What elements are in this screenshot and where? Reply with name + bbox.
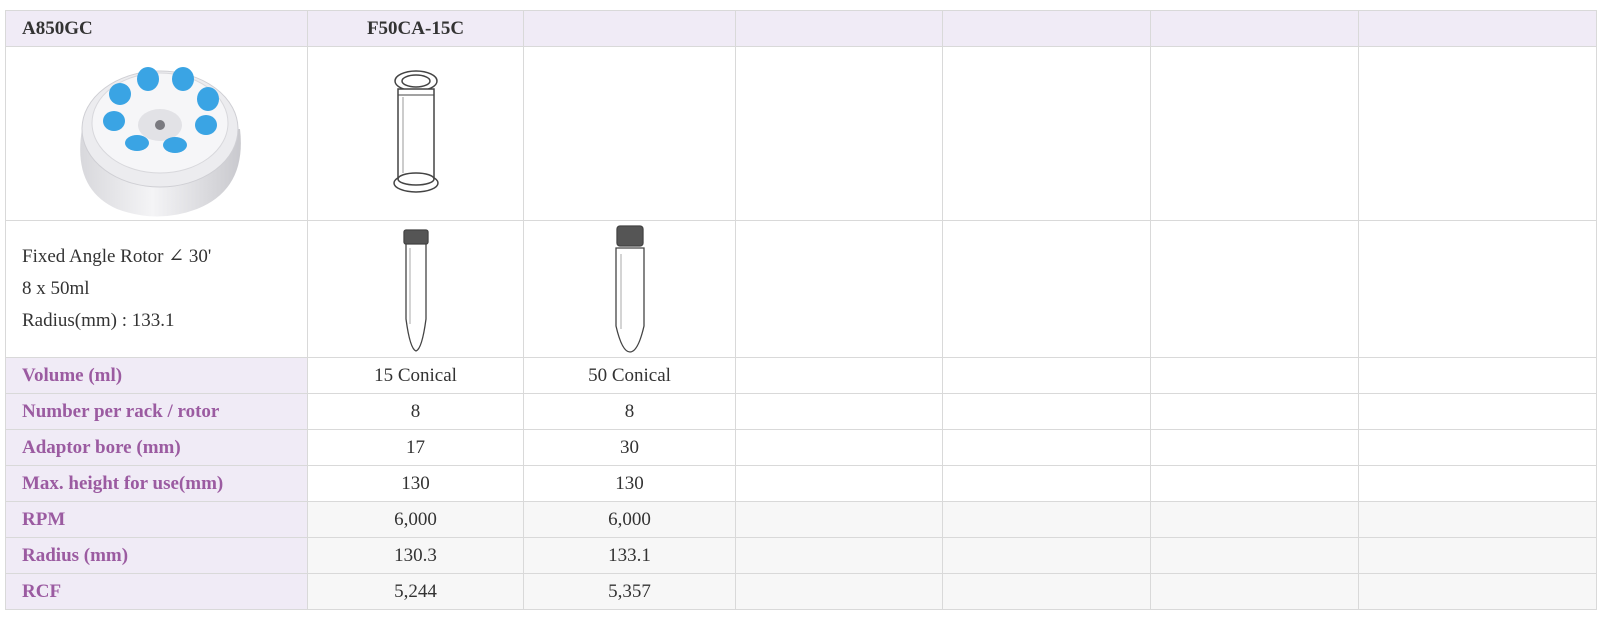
header-empty-cell <box>1358 10 1597 47</box>
empty-cell <box>1358 501 1597 538</box>
row-value: 50 Conical <box>523 357 736 394</box>
empty-cell <box>1358 357 1597 394</box>
table-row: Radius (mm) 130.3 133.1 <box>5 537 1597 574</box>
empty-cell <box>735 357 943 394</box>
row-value: 130 <box>523 465 736 502</box>
empty-cell <box>1358 46 1597 221</box>
row-value: 8 <box>523 393 736 430</box>
header-empty-cell <box>942 10 1151 47</box>
empty-cell <box>1358 429 1597 466</box>
empty-cell <box>1150 501 1359 538</box>
row-value: 8 <box>307 393 524 430</box>
empty-cell <box>523 46 736 221</box>
empty-cell <box>1358 465 1597 502</box>
row-value: 15 Conical <box>307 357 524 394</box>
empty-cell <box>942 465 1151 502</box>
table-row: Adaptor bore (mm) 17 30 <box>5 429 1597 466</box>
header-model: A850GC <box>5 10 308 47</box>
image-row <box>5 46 1597 221</box>
table-row: RCF 5,244 5,357 <box>5 573 1597 610</box>
empty-cell <box>942 220 1151 358</box>
empty-cell <box>1150 537 1359 574</box>
empty-cell <box>1150 465 1359 502</box>
row-value: 130.3 <box>307 537 524 574</box>
empty-cell <box>942 393 1151 430</box>
empty-cell <box>1358 573 1597 610</box>
row-label: Number per rack / rotor <box>5 393 308 430</box>
empty-cell <box>942 357 1151 394</box>
empty-cell <box>1150 357 1359 394</box>
empty-cell <box>735 220 943 358</box>
row-label: RPM <box>5 501 308 538</box>
empty-cell <box>735 537 943 574</box>
empty-cell <box>1358 393 1597 430</box>
rotor-image-cell <box>5 46 308 221</box>
empty-cell <box>1358 220 1597 358</box>
empty-cell <box>942 573 1151 610</box>
empty-cell <box>942 46 1151 221</box>
adaptor-sleeve-image <box>392 69 439 193</box>
row-value: 6,000 <box>523 501 736 538</box>
row-label: RCF <box>5 573 308 610</box>
tube-15-cell <box>307 220 524 358</box>
empty-cell <box>735 393 943 430</box>
row-label: Adaptor bore (mm) <box>5 429 308 466</box>
50ml-conical-tube-image <box>614 225 645 353</box>
rotor-capacity: 8 x 50ml <box>22 278 90 299</box>
rotor-type: Fixed Angle Rotor ∠ 30' <box>22 246 212 267</box>
empty-cell <box>735 573 943 610</box>
table-row: RPM 6,000 6,000 <box>5 501 1597 538</box>
15ml-conical-tube-image <box>402 229 429 352</box>
row-value: 17 <box>307 429 524 466</box>
empty-cell <box>1150 429 1359 466</box>
row-label: Max. height for use(mm) <box>5 465 308 502</box>
row-value: 5,357 <box>523 573 736 610</box>
empty-cell <box>735 429 943 466</box>
table-row: Volume (ml) 15 Conical 50 Conical <box>5 357 1597 394</box>
header-row: A850GC F50CA-15C <box>5 10 1597 47</box>
empty-cell <box>1150 393 1359 430</box>
row-value: 6,000 <box>307 501 524 538</box>
adaptor-image-cell <box>307 46 524 221</box>
empty-cell <box>735 501 943 538</box>
tube-50-cell <box>523 220 736 358</box>
empty-cell <box>1358 537 1597 574</box>
row-value: 5,244 <box>307 573 524 610</box>
empty-cell <box>1150 46 1359 221</box>
empty-cell <box>1150 573 1359 610</box>
row-value: 133.1 <box>523 537 736 574</box>
empty-cell <box>735 46 943 221</box>
row-value: 30 <box>523 429 736 466</box>
rotor-radius: Radius(mm) : 133.1 <box>22 310 175 331</box>
header-empty-cell <box>735 10 943 47</box>
row-value: 130 <box>307 465 524 502</box>
header-empty-cell <box>523 10 736 47</box>
empty-cell <box>942 501 1151 538</box>
table-row: Max. height for use(mm) 130 130 <box>5 465 1597 502</box>
empty-cell <box>942 537 1151 574</box>
header-adaptor-model: F50CA-15C <box>307 10 524 47</box>
spec-table: A850GC F50CA-15C Fixed Angle Rotor ∠ 30'… <box>5 10 1597 610</box>
empty-cell <box>1150 220 1359 358</box>
row-label: Radius (mm) <box>5 537 308 574</box>
row-label: Volume (ml) <box>5 357 308 394</box>
rotor-image <box>79 66 241 216</box>
rotor-description: Fixed Angle Rotor ∠ 30' 8 x 50ml Radius(… <box>5 220 308 358</box>
tube-row: Fixed Angle Rotor ∠ 30' 8 x 50ml Radius(… <box>5 220 1597 358</box>
empty-cell <box>942 429 1151 466</box>
header-empty-cell <box>1150 10 1359 47</box>
empty-cell <box>735 465 943 502</box>
table-row: Number per rack / rotor 8 8 <box>5 393 1597 430</box>
